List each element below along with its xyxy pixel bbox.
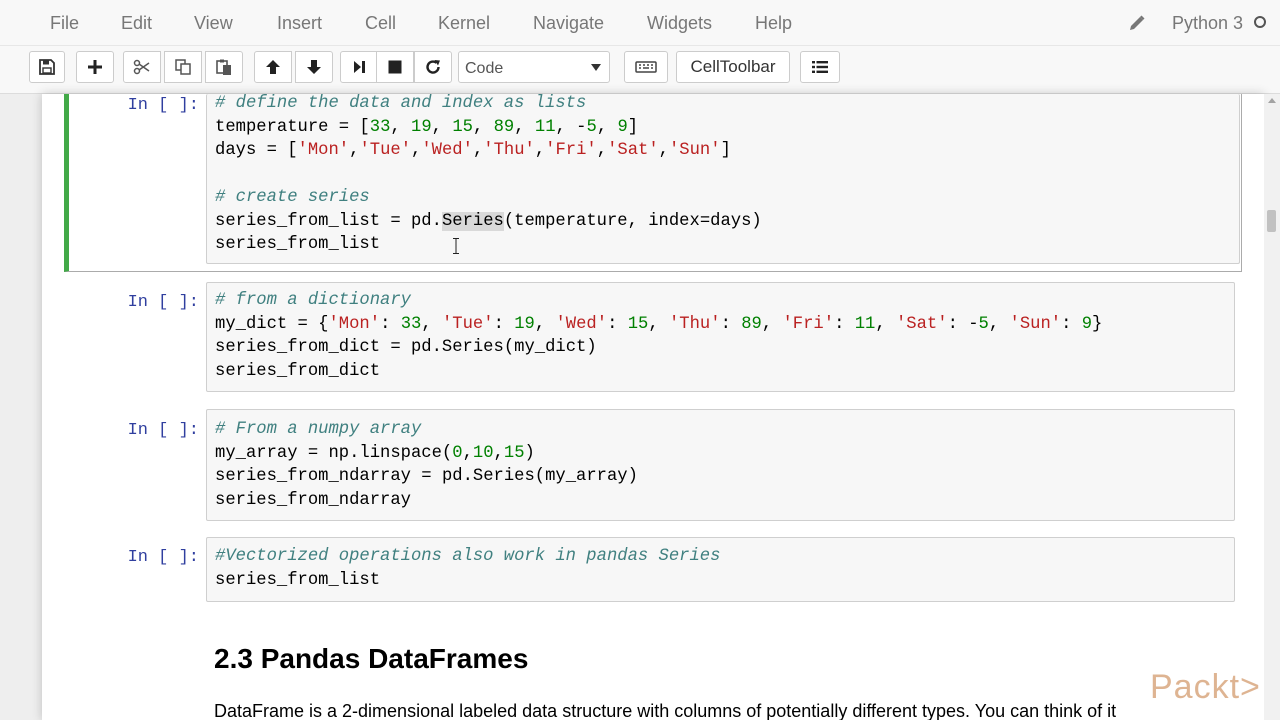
menubar: File Edit View Insert Cell Kernel Naviga…	[0, 0, 1280, 46]
celltoolbar-button[interactable]: CellToolbar	[676, 51, 790, 83]
menu-help[interactable]: Help	[755, 12, 792, 34]
refresh-icon	[426, 60, 440, 74]
code-line: # create series	[215, 188, 370, 207]
notebook-page: In [ ]: # define the data and index as l…	[42, 94, 1264, 720]
code-line: my_array = np.linspace(0,10,15)	[215, 443, 535, 463]
move-up-button[interactable]	[254, 51, 292, 83]
code-cell[interactable]: In [ ]: # from a dictionary my_dict = {'…	[64, 282, 1242, 392]
code-line: series_from_list	[215, 235, 381, 254]
list-button[interactable]	[800, 51, 840, 83]
menu-view[interactable]: View	[194, 12, 233, 34]
cell-type-select[interactable]: Code	[458, 51, 610, 83]
scrollbar-thumb[interactable]	[1267, 210, 1276, 232]
menu-file[interactable]: File	[50, 12, 79, 34]
code-cell[interactable]: In [ ]: # From a numpy array my_array = …	[64, 409, 1242, 521]
input-prompt: In [ ]:	[127, 293, 199, 312]
input-prompt: In [ ]:	[127, 96, 199, 115]
menu-kernel[interactable]: Kernel	[438, 12, 490, 34]
text-cursor-icon	[453, 238, 459, 254]
code-editor[interactable]: # from a dictionary my_dict = {'Mon': 33…	[206, 282, 1235, 392]
input-prompt: In [ ]:	[127, 421, 199, 440]
stop-icon	[388, 60, 402, 74]
menu-insert[interactable]: Insert	[277, 12, 322, 34]
toolbar: Code CellToolbar	[0, 46, 1280, 94]
code-content: # from a dictionary my_dict = {'Mon': 33…	[215, 289, 1102, 383]
packt-watermark: Packt>	[1150, 668, 1261, 706]
input-prompt: In [ ]:	[127, 548, 199, 567]
celltoolbar-label: CellToolbar	[690, 57, 776, 76]
markdown-paragraph: DataFrame is a 2-dimensional labeled dat…	[214, 701, 1117, 720]
run-cell-button[interactable]	[340, 51, 378, 83]
plus-icon	[88, 60, 102, 74]
code-line: series_from_dict = pd.Series(my_dict)	[215, 338, 597, 357]
code-line: series_from_list = pd.Series(temperature…	[215, 211, 762, 231]
code-line: series_from_ndarray	[215, 490, 411, 510]
arrow-down-icon	[307, 60, 321, 74]
list-icon	[812, 61, 828, 73]
restart-kernel-button[interactable]	[414, 51, 452, 83]
paste-button[interactable]	[205, 51, 243, 83]
code-line: # define the data and index as lists	[215, 94, 587, 113]
interrupt-kernel-button[interactable]	[376, 51, 414, 83]
code-line: temperature = [33, 19, 15, 89, 11, -5, 9…	[215, 117, 639, 137]
cell-type-value: Code	[465, 60, 504, 77]
save-button[interactable]	[29, 51, 65, 83]
cut-button[interactable]	[123, 51, 161, 83]
code-line: series_from_list	[215, 570, 381, 590]
menu-navigate[interactable]: Navigate	[533, 12, 604, 34]
step-forward-icon	[354, 61, 365, 73]
code-content: # define the data and index as lists tem…	[215, 94, 762, 257]
code-editor[interactable]: # define the data and index as lists tem…	[206, 94, 1240, 264]
code-line: #Vectorized operations also work in pand…	[215, 547, 721, 566]
scroll-up-icon[interactable]	[1268, 98, 1276, 103]
code-line: series_from_dict	[215, 361, 381, 381]
code-cell[interactable]: In [ ]: #Vectorized operations also work…	[64, 537, 1242, 602]
insert-cell-button[interactable]	[76, 51, 114, 83]
markdown-heading: 2.3 Pandas DataFrames	[214, 643, 529, 674]
copy-button[interactable]	[164, 51, 202, 83]
kernel-status-icon	[1254, 16, 1266, 28]
code-line: # From a numpy array	[215, 420, 422, 439]
menu-cell[interactable]: Cell	[365, 12, 396, 34]
code-line: # from a dictionary	[215, 291, 411, 310]
code-line: days = ['Mon','Tue','Wed','Thu','Fri','S…	[215, 141, 731, 160]
code-line: series_from_ndarray = pd.Series(my_array…	[215, 467, 638, 486]
code-editor[interactable]: #Vectorized operations also work in pand…	[206, 537, 1235, 602]
code-cell-selected[interactable]: In [ ]: # define the data and index as l…	[64, 94, 1242, 272]
pencil-icon[interactable]	[1128, 14, 1146, 32]
copy-icon	[175, 59, 191, 75]
paste-icon	[216, 59, 231, 75]
arrow-up-icon	[266, 60, 280, 74]
scrollbar[interactable]	[1264, 94, 1280, 720]
menu-edit[interactable]: Edit	[121, 12, 152, 34]
save-icon	[39, 59, 55, 75]
keyboard-icon	[635, 61, 657, 73]
code-line: my_dict = {'Mon': 33, 'Tue': 19, 'Wed': …	[215, 314, 1103, 334]
move-down-button[interactable]	[295, 51, 333, 83]
chevron-down-icon	[591, 64, 601, 71]
code-content: # From a numpy array my_array = np.linsp…	[215, 418, 638, 512]
menu-widgets[interactable]: Widgets	[647, 12, 712, 34]
kernel-name[interactable]: Python 3	[1172, 12, 1243, 34]
code-editor[interactable]: # From a numpy array my_array = np.linsp…	[206, 409, 1235, 521]
scissors-icon	[133, 59, 150, 75]
command-palette-button[interactable]	[624, 51, 668, 83]
code-content: #Vectorized operations also work in pand…	[215, 545, 720, 592]
